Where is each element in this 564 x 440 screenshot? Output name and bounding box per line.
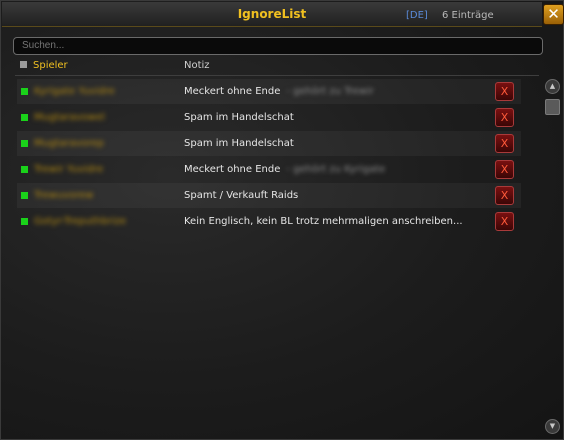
entry-count: 6 Einträge xyxy=(442,10,494,21)
title-bar[interactable]: IgnoreList [DE] 6 Einträge xyxy=(2,2,542,27)
note-text: Kein Englisch, kein BL trotz mehrmaligen… xyxy=(184,216,463,227)
remove-button[interactable]: X xyxy=(495,108,514,127)
player-name: Gotyr-Treputhbrize xyxy=(34,216,127,227)
note-extra: - gehört zu Kyrigate xyxy=(286,164,386,175)
column-header-note[interactable]: Notiz xyxy=(184,60,210,71)
close-button[interactable]: ✕ xyxy=(543,4,564,25)
remove-button[interactable]: X xyxy=(495,82,514,101)
player-name: Mugtaravowel xyxy=(34,112,105,123)
scroll-up-icon[interactable]: ▲ xyxy=(545,79,560,94)
list-item[interactable]: Trewuvorew Spamt / Verkauft Raids X xyxy=(17,183,521,208)
status-icon xyxy=(21,88,28,95)
ignore-list-window: IgnoreList [DE] 6 Einträge ✕ Spieler Not… xyxy=(0,0,564,440)
list-item[interactable]: Mugtaravorep Spam im Handelschat X xyxy=(17,131,521,156)
remove-button[interactable]: X xyxy=(495,160,514,179)
player-note: Spam im Handelschat xyxy=(184,112,294,123)
scrollbar[interactable]: ▲ ▼ xyxy=(545,79,560,435)
player-note: Meckert ohne Ende - gehört zu Trewir xyxy=(184,86,374,97)
status-icon xyxy=(21,114,28,121)
note-text: Spam im Handelschat xyxy=(184,112,294,123)
note-extra: - gehört zu Trewir xyxy=(286,86,374,97)
player-name: Trewir Yuvidre xyxy=(34,164,104,175)
note-text: Spamt / Verkauft Raids xyxy=(184,190,299,201)
player-name: Trewuvorew xyxy=(34,190,94,201)
sort-indicator-icon xyxy=(20,61,27,68)
player-note: Spamt / Verkauft Raids xyxy=(184,190,298,201)
status-icon xyxy=(21,192,28,199)
list-item[interactable]: Trewir Yuvidre Meckert ohne Ende - gehört… xyxy=(17,157,521,182)
header-divider xyxy=(15,75,539,76)
realm-tag: [DE] xyxy=(406,10,428,21)
list-item[interactable]: Mugtaravowel Spam im Handelschat X xyxy=(17,105,521,130)
note-text: Meckert ohne Ende xyxy=(184,164,281,175)
note-text: Meckert ohne Ende xyxy=(184,86,281,97)
player-note: Meckert ohne Ende - gehört zu Kyrigate xyxy=(184,164,385,175)
player-name: Kyrigate Yuvidre xyxy=(34,86,115,97)
note-text: Spam im Handelschat xyxy=(184,138,294,149)
remove-button[interactable]: X xyxy=(495,134,514,153)
player-note: Kein Englisch, kein BL trotz mehrmaligen… xyxy=(184,216,463,227)
list-item[interactable]: Kyrigate Yuvidre Meckert ohne Ende - gehö… xyxy=(17,79,521,104)
search-input[interactable] xyxy=(13,37,543,55)
status-icon xyxy=(21,218,28,225)
column-player-label: Spieler xyxy=(33,60,68,71)
player-note: Spam im Handelschat xyxy=(184,138,294,149)
status-icon xyxy=(21,166,28,173)
status-icon xyxy=(21,140,28,147)
remove-button[interactable]: X xyxy=(495,212,514,231)
remove-button[interactable]: X xyxy=(495,186,514,205)
list-item[interactable]: Gotyr-Treputhbrize Kein Englisch, kein B… xyxy=(17,209,521,234)
player-name: Mugtaravorep xyxy=(34,138,105,149)
scroll-down-icon[interactable]: ▼ xyxy=(545,419,560,434)
column-header-player[interactable]: Spieler xyxy=(20,60,68,71)
scroll-thumb[interactable] xyxy=(545,99,560,115)
